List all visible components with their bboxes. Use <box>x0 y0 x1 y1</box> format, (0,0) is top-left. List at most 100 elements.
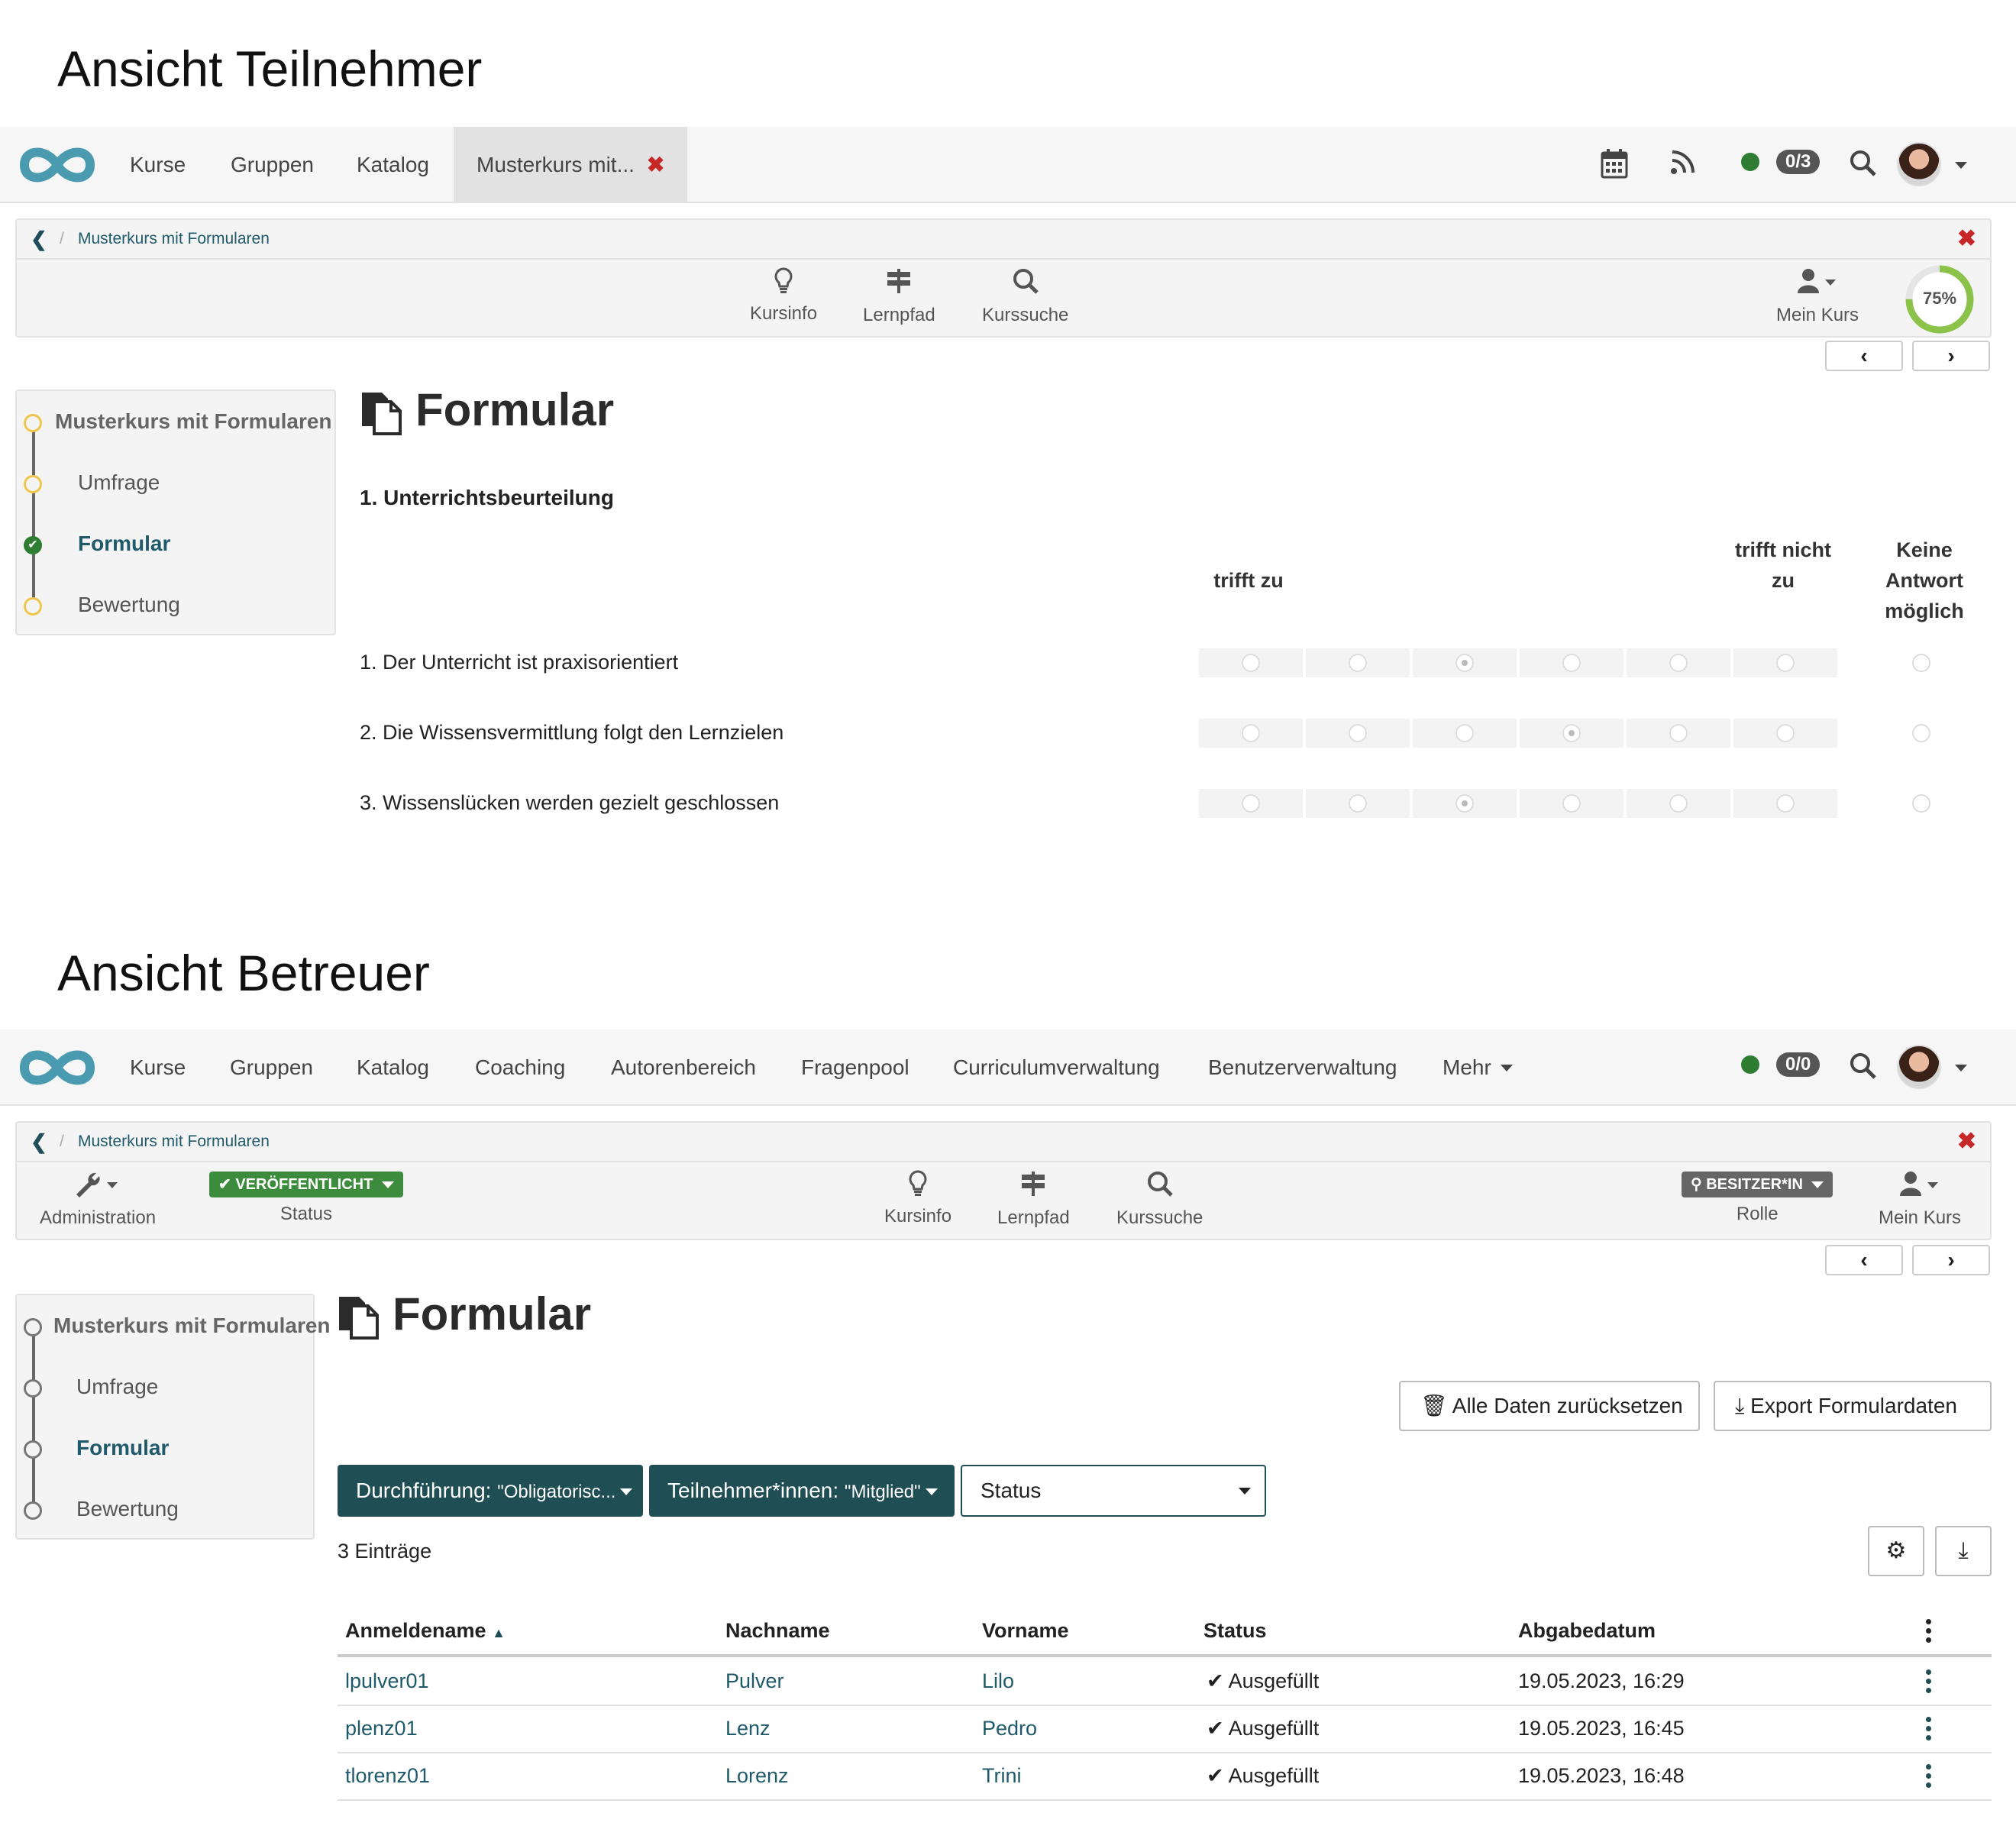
rating-radio[interactable] <box>1562 724 1581 742</box>
kursinfo-button[interactable]: Kursinfo <box>884 1170 951 1227</box>
menu-item-formular[interactable]: Formular <box>78 532 170 556</box>
chat-counter-badge[interactable]: 0/0 <box>1776 1052 1821 1077</box>
menu-item-course-root[interactable]: Musterkurs mit Formularen <box>55 409 332 434</box>
nav-gruppen[interactable]: Gruppen <box>230 1029 313 1106</box>
rating-radio[interactable] <box>1562 794 1581 813</box>
openolat-logo-icon[interactable] <box>17 142 98 188</box>
chat-counter-badge[interactable]: 0/3 <box>1776 150 1821 174</box>
col-status[interactable]: Status <box>1203 1619 1267 1643</box>
next-node-button[interactable]: › <box>1912 1245 1990 1275</box>
back-icon[interactable]: ❮ <box>31 1123 47 1161</box>
mein-kurs-button[interactable]: Mein Kurs <box>1776 267 1859 326</box>
nav-kurse[interactable]: Kurse <box>130 127 186 203</box>
chevron-down-icon[interactable] <box>1955 162 1967 169</box>
kurssuche-button[interactable]: Kurssuche <box>982 267 1068 326</box>
rating-radio[interactable] <box>1669 794 1688 813</box>
rating-radio[interactable] <box>1776 654 1795 672</box>
back-icon[interactable]: ❮ <box>31 220 47 258</box>
lernpfad-button[interactable]: Lernpfad <box>997 1170 1070 1229</box>
table-settings-button[interactable]: ⚙ <box>1868 1526 1924 1576</box>
nav-benutzerverwaltung[interactable]: Benutzerverwaltung <box>1208 1029 1397 1106</box>
table-download-button[interactable]: ⤓ <box>1935 1526 1992 1576</box>
user-avatar[interactable] <box>1897 142 1941 186</box>
rss-icon[interactable] <box>1669 148 1697 183</box>
col-abgabedatum[interactable]: Abgabedatum <box>1518 1619 1656 1643</box>
row-actions-icon[interactable] <box>1926 1717 1932 1744</box>
rating-radio[interactable] <box>1562 654 1581 672</box>
nav-autorenbereich[interactable]: Autorenbereich <box>611 1029 756 1106</box>
administration-button[interactable]: Administration <box>40 1170 156 1229</box>
cell-nachname[interactable]: Lorenz <box>725 1764 789 1788</box>
rating-radio[interactable] <box>1455 654 1474 672</box>
col-vorname[interactable]: Vorname <box>982 1619 1069 1643</box>
rating-radio[interactable] <box>1455 724 1474 742</box>
nav-curriculumverwaltung[interactable]: Curriculumverwaltung <box>953 1029 1160 1106</box>
nav-coaching[interactable]: Coaching <box>475 1029 565 1106</box>
cell-vorname[interactable]: Pedro <box>982 1717 1037 1740</box>
no-answer-radio[interactable] <box>1912 794 1930 813</box>
breadcrumb-course-link[interactable]: Musterkurs mit Formularen <box>78 1123 270 1161</box>
rating-radio[interactable] <box>1669 724 1688 742</box>
rating-radio[interactable] <box>1242 794 1260 813</box>
nav-kurse[interactable]: Kurse <box>130 1029 186 1106</box>
cell-vorname[interactable]: Trini <box>982 1764 1022 1788</box>
menu-item-umfrage[interactable]: Umfrage <box>76 1375 158 1399</box>
column-menu-icon[interactable] <box>1926 1619 1932 1647</box>
calendar-icon[interactable] <box>1601 148 1628 186</box>
rating-radio[interactable] <box>1349 654 1367 672</box>
role-button[interactable]: ⚲ BESITZER*IN Rolle <box>1682 1172 1833 1225</box>
rating-radio[interactable] <box>1455 794 1474 813</box>
row-actions-icon[interactable] <box>1926 1669 1932 1697</box>
cell-login[interactable]: lpulver01 <box>345 1669 429 1693</box>
close-course-icon[interactable]: ✖ <box>1957 1123 1976 1161</box>
rating-radio[interactable] <box>1669 654 1688 672</box>
previous-node-button[interactable]: ‹ <box>1825 341 1903 371</box>
menu-item-formular[interactable]: Formular <box>76 1436 169 1460</box>
no-answer-radio[interactable] <box>1912 654 1930 672</box>
close-course-icon[interactable]: ✖ <box>1957 220 1976 258</box>
menu-item-umfrage[interactable]: Umfrage <box>78 470 160 495</box>
menu-item-course-root[interactable]: Musterkurs mit Formularen <box>53 1314 331 1338</box>
filter-durchfuehrung[interactable]: Durchführung: "Obligatorisc... <box>338 1465 643 1517</box>
status-button[interactable]: ✔ VERÖFFENTLICHT Status <box>209 1172 403 1225</box>
row-actions-icon[interactable] <box>1926 1764 1932 1792</box>
close-tab-icon[interactable]: ✖ <box>647 153 664 176</box>
rating-radio[interactable] <box>1776 724 1795 742</box>
cell-vorname[interactable]: Lilo <box>982 1669 1014 1693</box>
search-icon[interactable] <box>1850 150 1877 184</box>
rating-radio[interactable] <box>1776 794 1795 813</box>
search-icon[interactable] <box>1850 1052 1877 1087</box>
rating-radio[interactable] <box>1242 654 1260 672</box>
lernpfad-button[interactable]: Lernpfad <box>863 267 935 326</box>
nav-gruppen[interactable]: Gruppen <box>231 127 314 203</box>
kurssuche-button[interactable]: Kurssuche <box>1116 1170 1203 1229</box>
col-anmeldename[interactable]: Anmeldename ▲ <box>345 1619 506 1643</box>
chevron-down-icon[interactable] <box>1955 1065 1967 1071</box>
next-node-button[interactable]: › <box>1912 341 1990 371</box>
no-answer-radio[interactable] <box>1912 724 1930 742</box>
nav-fragenpool[interactable]: Fragenpool <box>801 1029 909 1106</box>
previous-node-button[interactable]: ‹ <box>1825 1245 1903 1275</box>
cell-nachname[interactable]: Pulver <box>725 1669 784 1693</box>
cell-login[interactable]: tlorenz01 <box>345 1764 430 1788</box>
filter-teilnehmer[interactable]: Teilnehmer*innen: "Mitglied" <box>649 1465 955 1517</box>
nav-katalog[interactable]: Katalog <box>357 127 429 203</box>
cell-nachname[interactable]: Lenz <box>725 1717 771 1740</box>
breadcrumb-course-link[interactable]: Musterkurs mit Formularen <box>78 220 270 258</box>
kursinfo-button[interactable]: Kursinfo <box>750 267 817 325</box>
cell-login[interactable]: plenz01 <box>345 1717 418 1740</box>
nav-katalog[interactable]: Katalog <box>357 1029 429 1106</box>
export-button[interactable]: ⤓ Export Formulardaten <box>1714 1381 1992 1431</box>
nav-tab-course[interactable]: Musterkurs mit... ✖ <box>454 127 688 203</box>
rating-radio[interactable] <box>1242 724 1260 742</box>
nav-mehr[interactable]: Mehr <box>1443 1029 1513 1106</box>
online-status-icon[interactable] <box>1741 1055 1759 1074</box>
rating-radio[interactable] <box>1349 794 1367 813</box>
openolat-logo-icon[interactable] <box>17 1045 98 1091</box>
mein-kurs-button[interactable]: Mein Kurs <box>1879 1170 1961 1229</box>
menu-item-bewertung[interactable]: Bewertung <box>78 593 180 617</box>
reset-data-button[interactable]: 🗑 Alle Daten zurücksetzen <box>1399 1381 1700 1431</box>
rating-radio[interactable] <box>1349 724 1367 742</box>
col-nachname[interactable]: Nachname <box>725 1619 830 1643</box>
user-avatar[interactable] <box>1897 1045 1941 1089</box>
